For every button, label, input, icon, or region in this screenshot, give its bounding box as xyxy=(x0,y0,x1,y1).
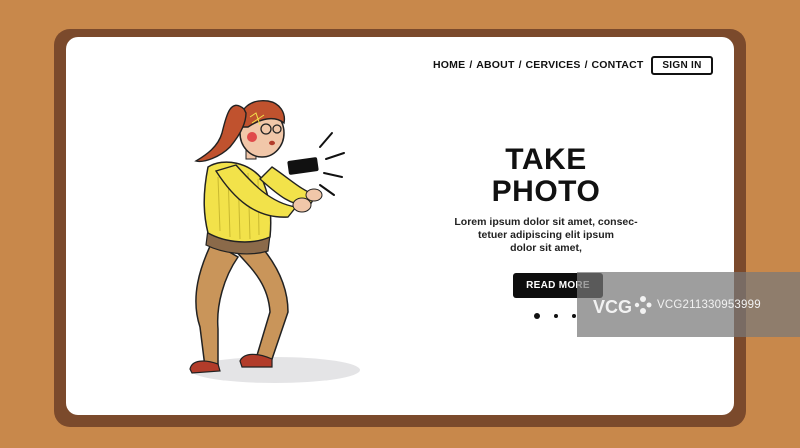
hero-title: TAKE PHOTO xyxy=(446,144,646,208)
carousel-dot-1[interactable] xyxy=(534,313,540,319)
carousel-dot-3[interactable] xyxy=(572,314,576,318)
nav-separator: / xyxy=(469,59,473,71)
sign-in-button[interactable]: SIGN IN xyxy=(651,56,713,75)
hero-description-line-2: tetuer adipiscing elit ipsum xyxy=(478,229,614,241)
woman-photographing-icon xyxy=(189,100,360,383)
vcg-logo-icon: VCG xyxy=(593,295,652,317)
hero-description: Lorem ipsum dolor sit amet, consec- tetu… xyxy=(448,216,644,255)
landing-page: HOME / ABOUT / CERVICES / CONTACT SIGN I… xyxy=(66,37,734,415)
nav-separator: / xyxy=(584,59,588,71)
nav-about[interactable]: ABOUT xyxy=(476,59,514,71)
nav-separator: / xyxy=(518,59,522,71)
watermark: VCG VCG211330953999 xyxy=(577,272,800,337)
nav-services[interactable]: CERVICES xyxy=(526,59,581,71)
watermark-text: VCG211330953999 xyxy=(657,298,761,311)
hero-description-line-3: dolor sit amet, xyxy=(510,242,582,254)
hero-description-line-1: Lorem ipsum dolor sit amet, consec- xyxy=(454,216,638,228)
vcg-logo: VCG xyxy=(591,285,653,325)
nav-home[interactable]: HOME xyxy=(433,59,465,71)
top-nav: HOME / ABOUT / CERVICES / CONTACT xyxy=(433,57,643,73)
svg-text:VCG: VCG xyxy=(593,297,632,317)
carousel-indicators xyxy=(534,313,576,319)
hero-title-line-2: PHOTO xyxy=(491,175,601,208)
nav-contact[interactable]: CONTACT xyxy=(592,59,644,71)
hero-title-line-1: TAKE xyxy=(505,143,587,176)
carousel-dot-2[interactable] xyxy=(554,314,558,318)
